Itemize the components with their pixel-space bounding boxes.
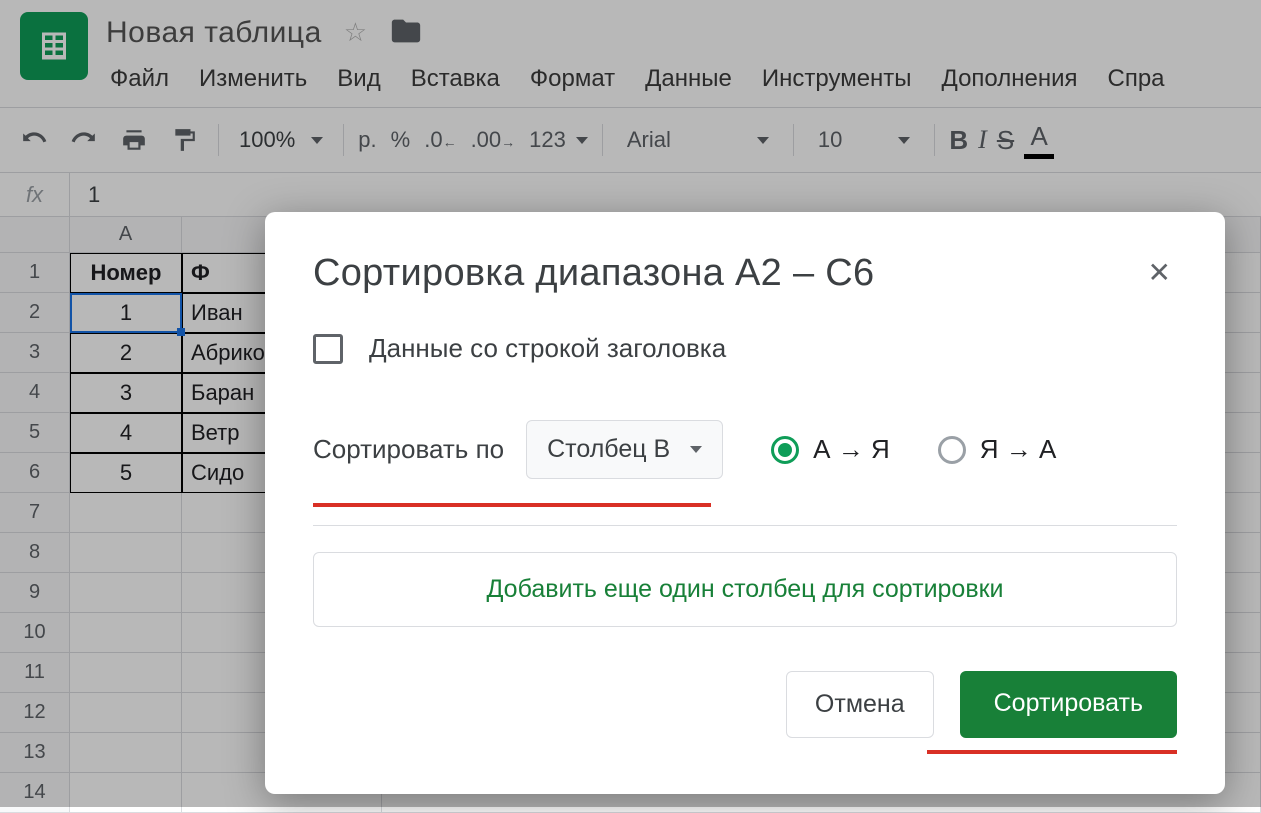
sort-desc-radio[interactable]: Я → А <box>938 434 1057 465</box>
annotation-underline <box>313 503 711 507</box>
sort-range-dialog: Сортировка диапазона A2 – C6 ✕ Данные со… <box>265 212 1225 794</box>
sort-asc-radio[interactable]: А → Я <box>771 434 890 465</box>
close-icon[interactable]: ✕ <box>1142 252 1177 293</box>
dialog-title: Сортировка диапазона A2 – C6 <box>313 252 874 295</box>
sort-column-select[interactable]: Столбец B <box>526 420 723 479</box>
sort-asc-label: А → Я <box>813 434 890 465</box>
cancel-button[interactable]: Отмена <box>786 671 934 738</box>
add-sort-column-button[interactable]: Добавить еще один столбец для сортировки <box>313 552 1177 627</box>
header-row-checkbox[interactable] <box>313 334 343 364</box>
sort-column-value: Столбец B <box>547 435 670 464</box>
annotation-underline <box>927 750 1177 754</box>
radio-dot-icon <box>938 436 966 464</box>
divider <box>313 525 1177 526</box>
sort-desc-label: Я → А <box>980 434 1057 465</box>
sort-button[interactable]: Сортировать <box>960 671 1177 738</box>
radio-dot-icon <box>771 436 799 464</box>
sort-by-label: Сортировать по <box>313 434 504 465</box>
caret-down-icon <box>690 446 702 453</box>
header-row-label: Данные со строкой заголовка <box>369 333 726 364</box>
